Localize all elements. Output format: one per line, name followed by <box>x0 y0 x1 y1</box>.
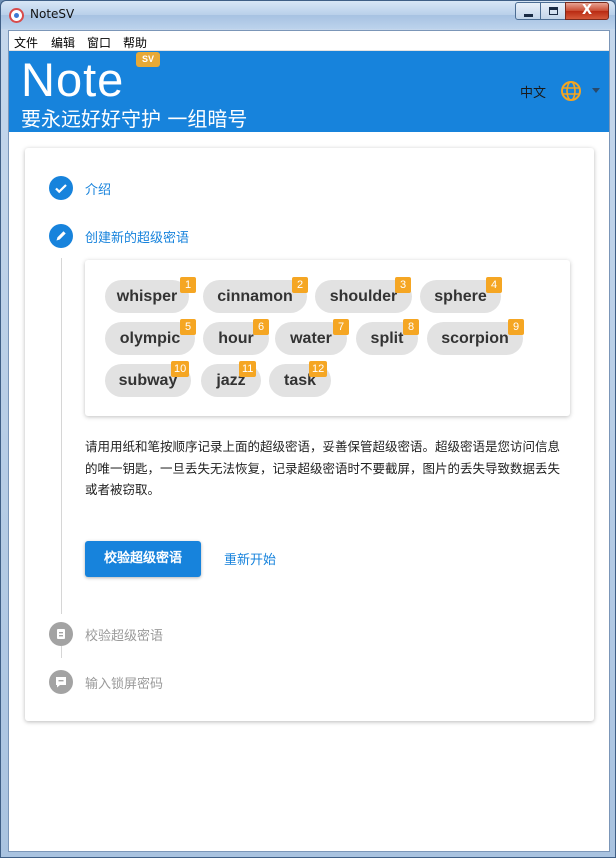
globe-icon[interactable] <box>560 80 582 102</box>
menu-window[interactable]: 窗口 <box>87 34 111 51</box>
app-window: NoteSV X 文件 编辑 窗口 帮助 Note SV 要永远好好守护 一组暗… <box>0 0 616 858</box>
client-area: 文件 编辑 窗口 帮助 Note SV 要永远好好守护 一组暗号 中文 介绍 创… <box>8 30 610 852</box>
menu-bar: 文件 编辑 窗口 帮助 <box>9 31 609 51</box>
word-index-badge: 10 <box>171 361 190 377</box>
word-index-badge: 2 <box>292 277 308 293</box>
restart-button[interactable]: 重新开始 <box>224 549 276 568</box>
chevron-down-icon[interactable] <box>592 88 600 93</box>
menu-edit[interactable]: 编辑 <box>51 34 75 51</box>
title-bar[interactable]: NoteSV X <box>1 1 615 29</box>
chat-icon <box>49 670 73 694</box>
window-title: NoteSV <box>30 7 75 21</box>
menu-help[interactable]: 帮助 <box>123 34 147 51</box>
word-index-badge: 7 <box>333 319 349 335</box>
slogan: 要永远好好守护 一组暗号 <box>21 107 248 131</box>
word-index-badge: 8 <box>403 319 419 335</box>
brand-badge: SV <box>136 52 160 67</box>
language-label[interactable]: 中文 <box>520 82 546 101</box>
word-index-badge: 11 <box>239 361 257 377</box>
close-icon: X <box>581 3 593 18</box>
verify-passphrase-button[interactable]: 校验超级密语 <box>85 541 201 577</box>
app-icon <box>9 8 24 23</box>
menu-file[interactable]: 文件 <box>14 34 38 51</box>
minimize-icon <box>524 14 533 17</box>
maximize-icon <box>549 7 558 15</box>
word-index-badge: 6 <box>253 319 269 335</box>
step-create-label[interactable]: 创建新的超级密语 <box>85 227 189 246</box>
step-lock-password-label[interactable]: 输入锁屏密码 <box>85 673 163 692</box>
word-chip: whisper <box>105 280 189 313</box>
word-index-badge: 4 <box>486 277 502 293</box>
maximize-button[interactable] <box>540 2 566 20</box>
step-verify-label[interactable]: 校验超级密语 <box>85 625 163 644</box>
passphrase-word-box: whisper 1 cinnamon 2 shoulder 3 sphere 4… <box>85 260 570 416</box>
stepper-card: 介绍 创建新的超级密语 whisper 1 cinnamon 2 shoulde… <box>25 148 594 721</box>
app-header: Note SV 要永远好好守护 一组暗号 中文 <box>9 51 609 132</box>
pencil-icon <box>49 224 73 248</box>
instructions-text: 请用用纸和笔按顺序记录上面的超级密语，妥善保管超级密语。超级密语是您访问信息的唯… <box>85 439 561 497</box>
word-index-badge: 9 <box>508 319 524 335</box>
step-intro-label[interactable]: 介绍 <box>85 179 111 198</box>
step-connector <box>61 646 62 658</box>
check-icon <box>49 176 73 200</box>
word-index-badge: 12 <box>309 361 328 377</box>
brand-logo: Note <box>21 53 125 106</box>
close-button[interactable]: X <box>565 2 609 20</box>
minimize-button[interactable] <box>515 2 541 20</box>
step-connector <box>61 258 62 614</box>
word-index-badge: 5 <box>180 319 196 335</box>
word-index-badge: 3 <box>395 277 411 293</box>
word-index-badge: 1 <box>180 277 196 293</box>
clipboard-icon <box>49 622 73 646</box>
